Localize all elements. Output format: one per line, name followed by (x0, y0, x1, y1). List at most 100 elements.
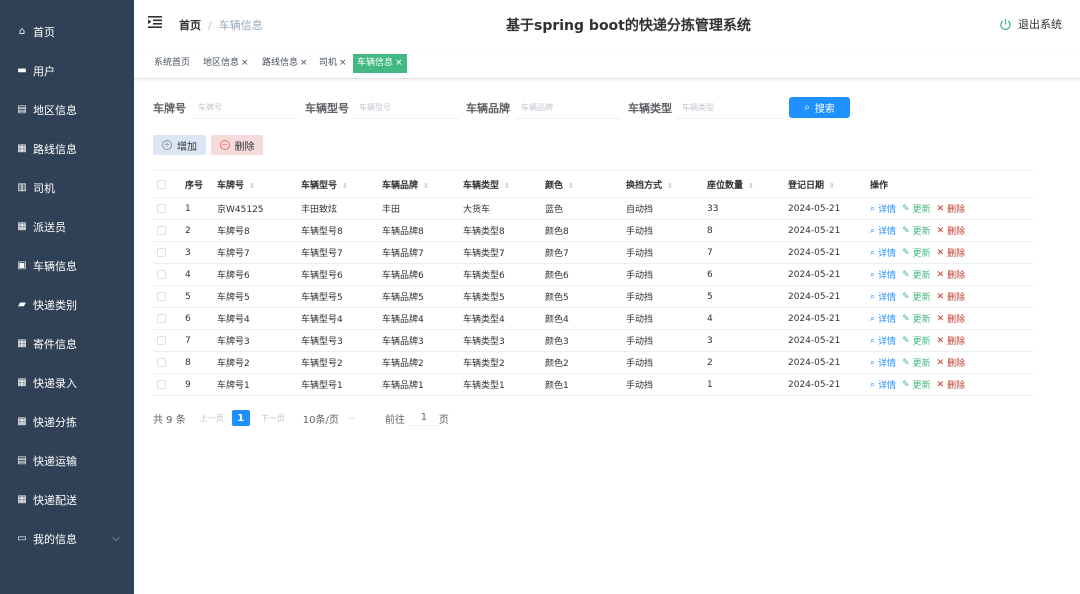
page-size-select[interactable]: 10条/页 ⌵ (303, 411, 355, 426)
update-button[interactable]: ✎ 更新 (902, 356, 931, 370)
sidebar-item[interactable]: ▦ 寄件信息 (0, 324, 134, 363)
row-actions: ⌕ 详情 ✎ 更新 ✕ 删除 (868, 312, 1033, 326)
page-number-button[interactable]: 1 (231, 410, 250, 426)
row-checkbox[interactable] (157, 248, 166, 257)
sidebar-item[interactable]: ▤ 地区信息 (0, 90, 134, 129)
row-checkbox[interactable] (157, 226, 166, 235)
header: 首页 / 车辆信息 基于spring boot的快递分拣管理系统 退出系统 (134, 0, 1080, 50)
close-icon[interactable]: × (300, 58, 308, 68)
sidebar-item[interactable]: ⌂ 首页 (0, 12, 134, 51)
sort-icon[interactable]: ⇕ (504, 182, 510, 190)
sort-icon[interactable]: ⇕ (829, 182, 835, 190)
column-header[interactable]: 换挡方式 ⇕ (624, 178, 705, 191)
search-field-input[interactable]: 车辆型号 (353, 97, 459, 119)
sidebar-item[interactable]: ▦ 路线信息 (0, 129, 134, 168)
row-checkbox[interactable] (157, 336, 166, 345)
update-button[interactable]: ✎ 更新 (902, 290, 931, 304)
tab-tag[interactable]: 地区信息 × (199, 54, 253, 73)
detail-label: 详情 (878, 359, 897, 369)
sidebar-item[interactable]: ▦ 快递分拣 (0, 402, 134, 441)
sidebar-item[interactable]: ▦ 派送员 (0, 207, 134, 246)
delete-button[interactable]: ✕ 删除 (937, 268, 966, 282)
column-header[interactable]: 车辆型号 ⇕ (299, 178, 380, 191)
update-button[interactable]: ✎ 更新 (902, 246, 931, 260)
detail-button[interactable]: ⌕ 详情 (870, 356, 897, 370)
sidebar-item[interactable]: ▤ 快递运输 (0, 441, 134, 480)
update-button[interactable]: ✎ 更新 (902, 268, 931, 282)
add-button[interactable]: + 增加 (153, 135, 206, 155)
prev-page-button[interactable]: 上一页 (200, 413, 224, 424)
table-cell: 颜色4 (545, 315, 569, 325)
goto-page-input[interactable]: 1 (408, 410, 439, 426)
sidebar-item[interactable]: ▭ 我的信息 ⌵ (0, 519, 134, 558)
menu-fold-icon[interactable] (148, 16, 162, 28)
column-header[interactable]: 车牌号 ⇕ (215, 178, 299, 191)
detail-button[interactable]: ⌕ 详情 (870, 334, 896, 348)
select-all-checkbox[interactable] (157, 179, 166, 189)
column-header[interactable]: 登记日期 ⇕ (786, 178, 868, 191)
column-header[interactable]: 座位数量 ⇕ (705, 178, 786, 191)
detail-icon: ⌕ (870, 269, 876, 280)
sidebar-item[interactable]: ▣ 车辆信息 (0, 246, 134, 285)
delete-button[interactable]: ✕ 删除 (937, 290, 966, 304)
tab-tag[interactable]: 司机 × (315, 54, 351, 73)
search-field-input[interactable]: 车辆类型 (676, 97, 782, 119)
detail-button[interactable]: ⌕ 详情 (870, 246, 896, 260)
search-field-input[interactable]: 车牌号 (192, 97, 298, 119)
row-checkbox[interactable] (157, 358, 166, 367)
sidebar-item[interactable]: ▦ 快递录入 (0, 363, 134, 402)
sort-icon[interactable]: ⇕ (423, 182, 429, 190)
sort-icon[interactable]: ⇕ (748, 182, 754, 190)
delete-button[interactable]: ✕ 删除 (937, 202, 966, 216)
close-icon[interactable]: × (395, 58, 403, 68)
delete-button[interactable]: ✕ 删除 (937, 312, 966, 326)
search-button[interactable]: ⌕ 搜索 (789, 97, 850, 118)
logout-button[interactable]: 退出系统 (999, 16, 1062, 32)
sort-icon[interactable]: ⇕ (249, 182, 255, 190)
search-field-input[interactable]: 车辆品牌 (515, 97, 621, 119)
close-icon[interactable]: × (339, 58, 347, 68)
row-checkbox[interactable] (157, 380, 166, 389)
delete-button[interactable]: ✕ 删除 (937, 224, 966, 238)
row-checkbox[interactable] (157, 204, 166, 213)
next-page-button[interactable]: 下一页 (261, 413, 285, 424)
delete-button[interactable]: ✕ 删除 (937, 334, 966, 348)
sidebar-item[interactable]: ▦ 快递配送 (0, 480, 134, 519)
detail-button[interactable]: ⌕ 详情 (870, 312, 896, 326)
delete-button[interactable]: ✕ 删除 (937, 246, 966, 260)
update-button[interactable]: ✎ 更新 (902, 378, 931, 392)
row-checkbox[interactable] (157, 270, 166, 279)
update-button[interactable]: ✎ 更新 (902, 312, 931, 326)
sort-icon[interactable]: ⇕ (667, 182, 673, 190)
update-button[interactable]: ✎ 更新 (902, 224, 931, 238)
detail-button[interactable]: ⌕ 详情 (870, 202, 896, 216)
tab-tag[interactable]: 路线信息 × (258, 54, 312, 73)
breadcrumb-home[interactable]: 首页 (179, 19, 201, 32)
table-row: 4 车牌号6 车辆型号6 车辆品牌6 车辆类型6 颜色6 手动挡 6 2024-05-21 ⌕ 详情… (153, 264, 1033, 286)
table-cell: 自动挡 (626, 205, 654, 215)
column-header[interactable]: 车辆类型 ⇕ (461, 178, 543, 191)
delete-button[interactable]: ✕ 删除 (937, 356, 966, 370)
sidebar-item[interactable]: ▰ 快递类别 (0, 285, 134, 324)
column-header-label: 车牌号 (217, 180, 245, 191)
sort-icon[interactable]: ⇕ (568, 182, 574, 190)
table-cell: 2024-05-21 (788, 379, 841, 390)
row-checkbox[interactable] (157, 314, 166, 323)
detail-button[interactable]: ⌕ 详情 (870, 290, 896, 304)
update-button[interactable]: ✎ 更新 (902, 334, 931, 348)
batch-delete-button[interactable]: − 删除 (211, 135, 263, 155)
column-header[interactable]: 颜色 ⇕ (543, 178, 624, 191)
delete-button[interactable]: ✕ 删除 (937, 378, 966, 392)
column-header[interactable]: 车辆品牌 ⇕ (380, 178, 461, 191)
sidebar-item[interactable]: ▬ 用户 (0, 51, 134, 90)
sort-icon[interactable]: ⇕ (342, 182, 348, 190)
detail-button[interactable]: ⌕ 详情 (870, 268, 896, 282)
tab-tag[interactable]: 车辆信息 × (353, 54, 407, 73)
close-icon[interactable]: × (241, 58, 249, 68)
row-checkbox[interactable] (157, 292, 166, 301)
tab-tag[interactable]: 系统首页 (150, 54, 194, 73)
update-button[interactable]: ✎ 更新 (902, 202, 931, 216)
sidebar-item[interactable]: ▥ 司机 (0, 168, 134, 207)
detail-button[interactable]: ⌕ 详情 (870, 224, 896, 238)
detail-button[interactable]: ⌕ 详情 (870, 378, 896, 392)
